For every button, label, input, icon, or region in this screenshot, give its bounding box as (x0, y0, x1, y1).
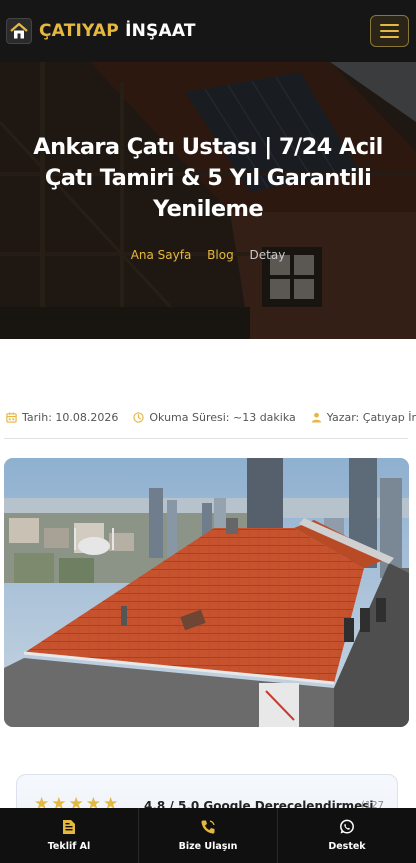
contact-button[interactable]: Bize Ulaşın (139, 808, 278, 863)
post-meta: Tarih: 10.08.2026 Okuma Süresi: ~13 daki… (6, 411, 416, 424)
breadcrumb: Ana Sayfa Blog Detay (0, 248, 416, 262)
quote-button-label: Teklif Al (47, 841, 91, 852)
post-date: Tarih: 10.08.2026 (6, 411, 118, 424)
post-author-text: Yazar: Çatıyap İnşaat (326, 411, 416, 424)
support-button[interactable]: Destek (278, 808, 416, 863)
post-reading-time: Okuma Süresi: ~13 dakika (133, 411, 296, 424)
meta-divider (4, 438, 408, 439)
hero-banner: Ankara Çatı Ustası | 7/24 Acil Çatı Tami… (0, 62, 416, 339)
clock-icon (133, 412, 145, 423)
post-date-text: Tarih: 10.08.2026 (22, 411, 119, 424)
breadcrumb-blog-link[interactable]: Blog (207, 248, 234, 262)
page-title: Ankara Çatı Ustası | 7/24 Acil Çatı Tami… (33, 134, 383, 222)
post-reading-time-text: Okuma Süresi: ~13 dakika (149, 411, 296, 424)
breadcrumb-home-link[interactable]: Ana Sayfa (131, 248, 192, 262)
bottom-action-bar: Teklif Al Bize Ulaşın Destek (0, 808, 416, 863)
page: ÇATIYAP İNŞAAT Ankara Çatı Ustası | 7/24… (0, 0, 416, 863)
brand[interactable]: ÇATIYAP İNŞAAT (6, 18, 196, 44)
house-logo-icon (6, 18, 32, 44)
support-button-label: Destek (328, 841, 366, 852)
breadcrumb-current: Detay (249, 248, 286, 262)
user-icon (311, 412, 321, 423)
calendar-icon (6, 412, 17, 423)
brand-name-part2: İNŞAAT (125, 21, 196, 41)
brand-name-part1: ÇATIYAP (39, 21, 119, 41)
contact-button-label: Bize Ulaşın (178, 841, 238, 852)
quote-button[interactable]: Teklif Al (0, 808, 139, 863)
featured-image (4, 458, 409, 727)
brand-name: ÇATIYAP İNŞAAT (39, 21, 196, 41)
phone-icon (201, 820, 215, 834)
post-author: Yazar: Çatıyap İnşaat (311, 411, 416, 424)
hamburger-menu-icon[interactable] (370, 15, 409, 47)
document-icon (63, 820, 75, 834)
whatsapp-icon (340, 819, 354, 834)
navbar: ÇATIYAP İNŞAAT (0, 0, 416, 62)
